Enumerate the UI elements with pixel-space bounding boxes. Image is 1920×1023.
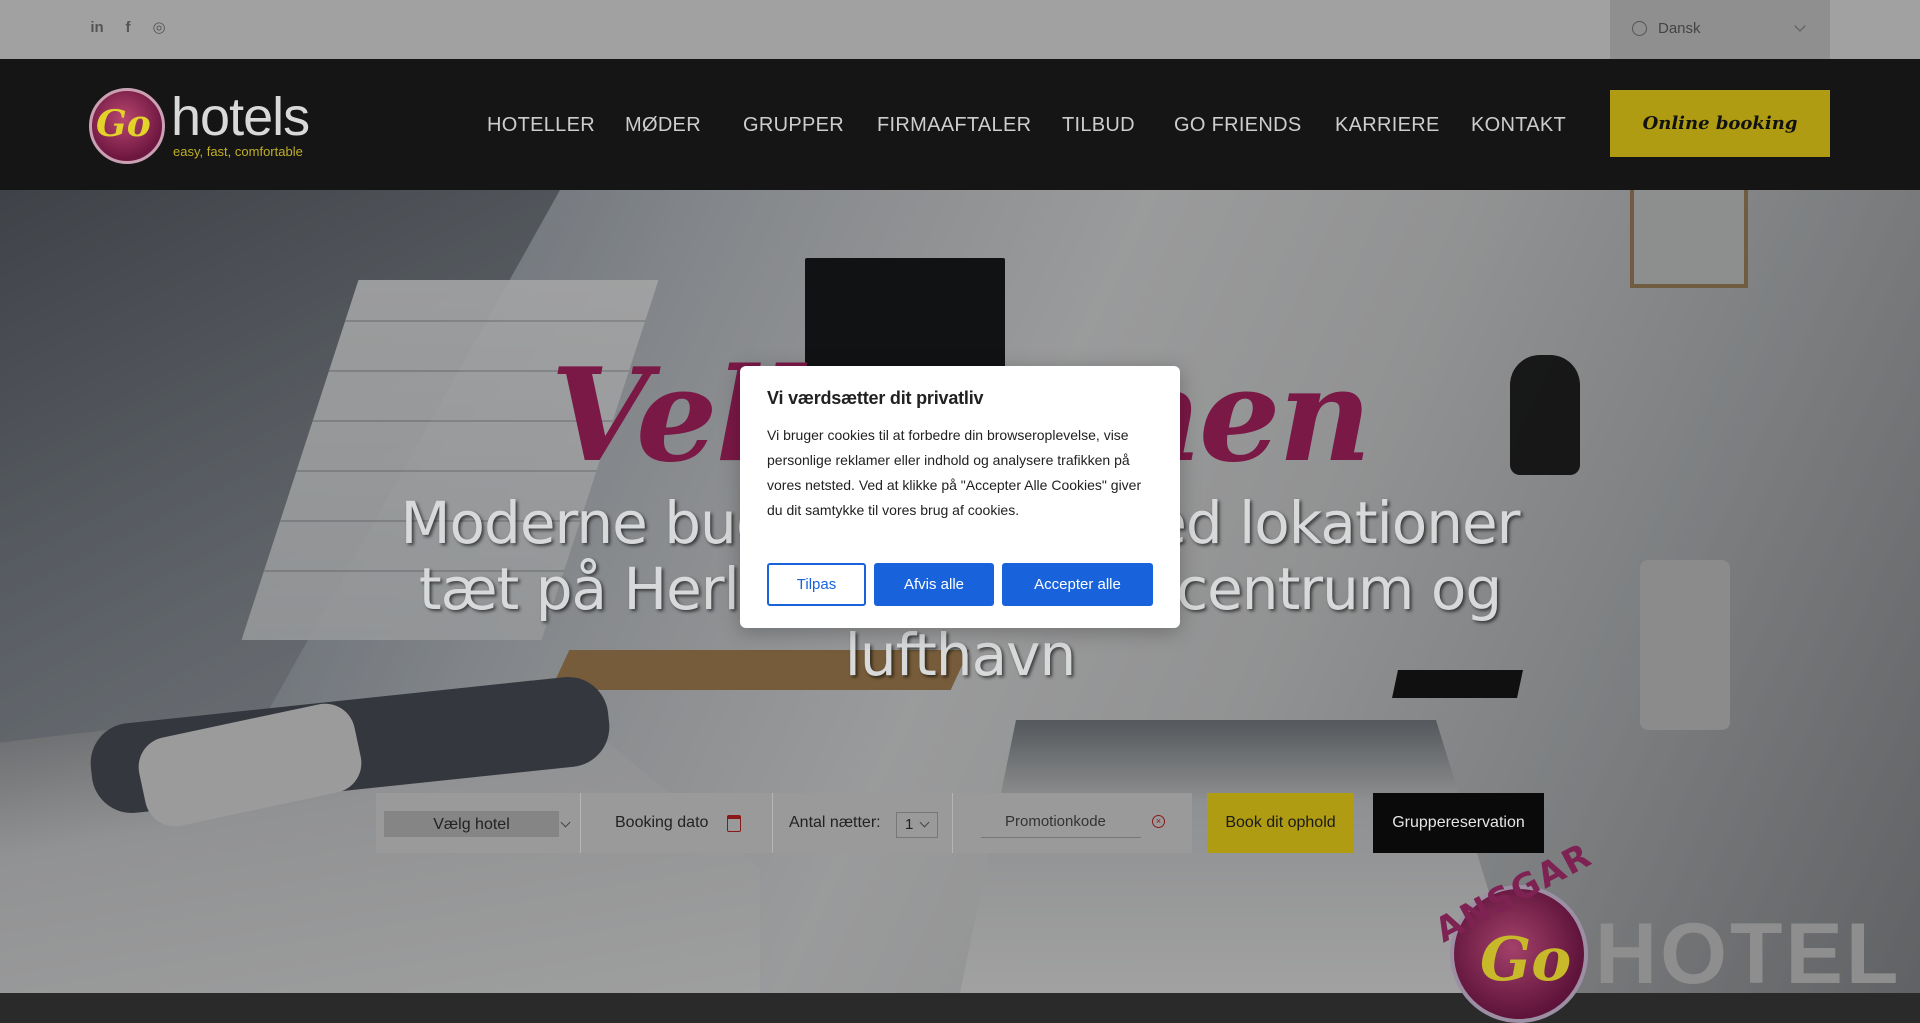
ansgar-logo-word: HOTEL: [1595, 906, 1902, 1002]
book-stay-button[interactable]: Book dit ophold: [1207, 793, 1354, 853]
nav-item-hoteller[interactable]: HOTELLER: [487, 114, 595, 137]
chevron-down-icon: [1794, 20, 1806, 32]
reject-all-cookies-button[interactable]: Afvis alle: [874, 563, 994, 606]
linkedin-icon[interactable]: in: [88, 19, 106, 37]
promo-code-placeholder: Promotionkode: [1005, 813, 1106, 830]
nav-item-karriere[interactable]: KARRIERE: [1335, 114, 1440, 137]
nights-select[interactable]: 1: [896, 812, 938, 838]
online-booking-button[interactable]: Online booking: [1610, 90, 1830, 157]
nav-item-tilbud[interactable]: TILBUD: [1062, 114, 1135, 137]
logo-mark: Go: [96, 103, 151, 145]
booking-divider: [772, 793, 773, 853]
hotel-select[interactable]: Vælg hotel: [384, 811, 559, 837]
language-label: Dansk: [1658, 20, 1701, 37]
globe-icon: [1632, 21, 1647, 36]
clear-promo-icon[interactable]: ×: [1152, 815, 1165, 828]
chevron-down-icon: [919, 817, 930, 828]
facebook-icon[interactable]: f: [119, 19, 137, 37]
nav-item-firmaaftaler[interactable]: FIRMAAFTALER: [877, 114, 1031, 137]
booking-divider: [952, 793, 953, 853]
top-bar: in f ◎ Dansk: [0, 0, 1920, 59]
nav-item-moder[interactable]: MØDER: [625, 114, 701, 137]
cookie-consent-modal: Vi værdsætter dit privatliv Vi bruger co…: [740, 366, 1180, 628]
chevron-down-icon: [560, 817, 571, 828]
nav-item-kontakt[interactable]: KONTAKT: [1471, 114, 1566, 137]
booking-divider: [580, 793, 581, 853]
cookie-modal-title: Vi værdsætter dit privatliv: [767, 388, 984, 408]
language-select[interactable]: Dansk: [1610, 0, 1830, 59]
booking-bar: Vælg hotel Booking dato Antal nætter: 1 …: [376, 793, 1192, 853]
calendar-icon[interactable]: [727, 815, 741, 832]
nav-item-go-friends[interactable]: GO FRIENDS: [1174, 114, 1301, 137]
booking-date-field[interactable]: Booking dato: [615, 814, 708, 832]
nights-label: Antal nætter:: [789, 814, 881, 831]
customize-cookies-button[interactable]: Tilpas: [767, 563, 866, 606]
logo-wordmark[interactable]: hotels: [171, 90, 310, 144]
logo-tagline: easy, fast, comfortable: [173, 144, 303, 159]
group-reservation-button[interactable]: Gruppereservation: [1373, 793, 1544, 853]
cookie-modal-body: Vi bruger cookies til at forbedre din br…: [767, 427, 1142, 518]
nav-item-grupper[interactable]: GRUPPER: [743, 114, 844, 137]
nights-value: 1: [905, 816, 914, 833]
hotel-select-label: Vælg hotel: [433, 816, 510, 833]
accept-all-cookies-button[interactable]: Accepter alle: [1002, 563, 1153, 606]
instagram-icon[interactable]: ◎: [150, 19, 168, 37]
ansgar-logo-mark: Go: [1480, 925, 1572, 995]
promo-code-input[interactable]: Promotionkode: [981, 807, 1141, 838]
